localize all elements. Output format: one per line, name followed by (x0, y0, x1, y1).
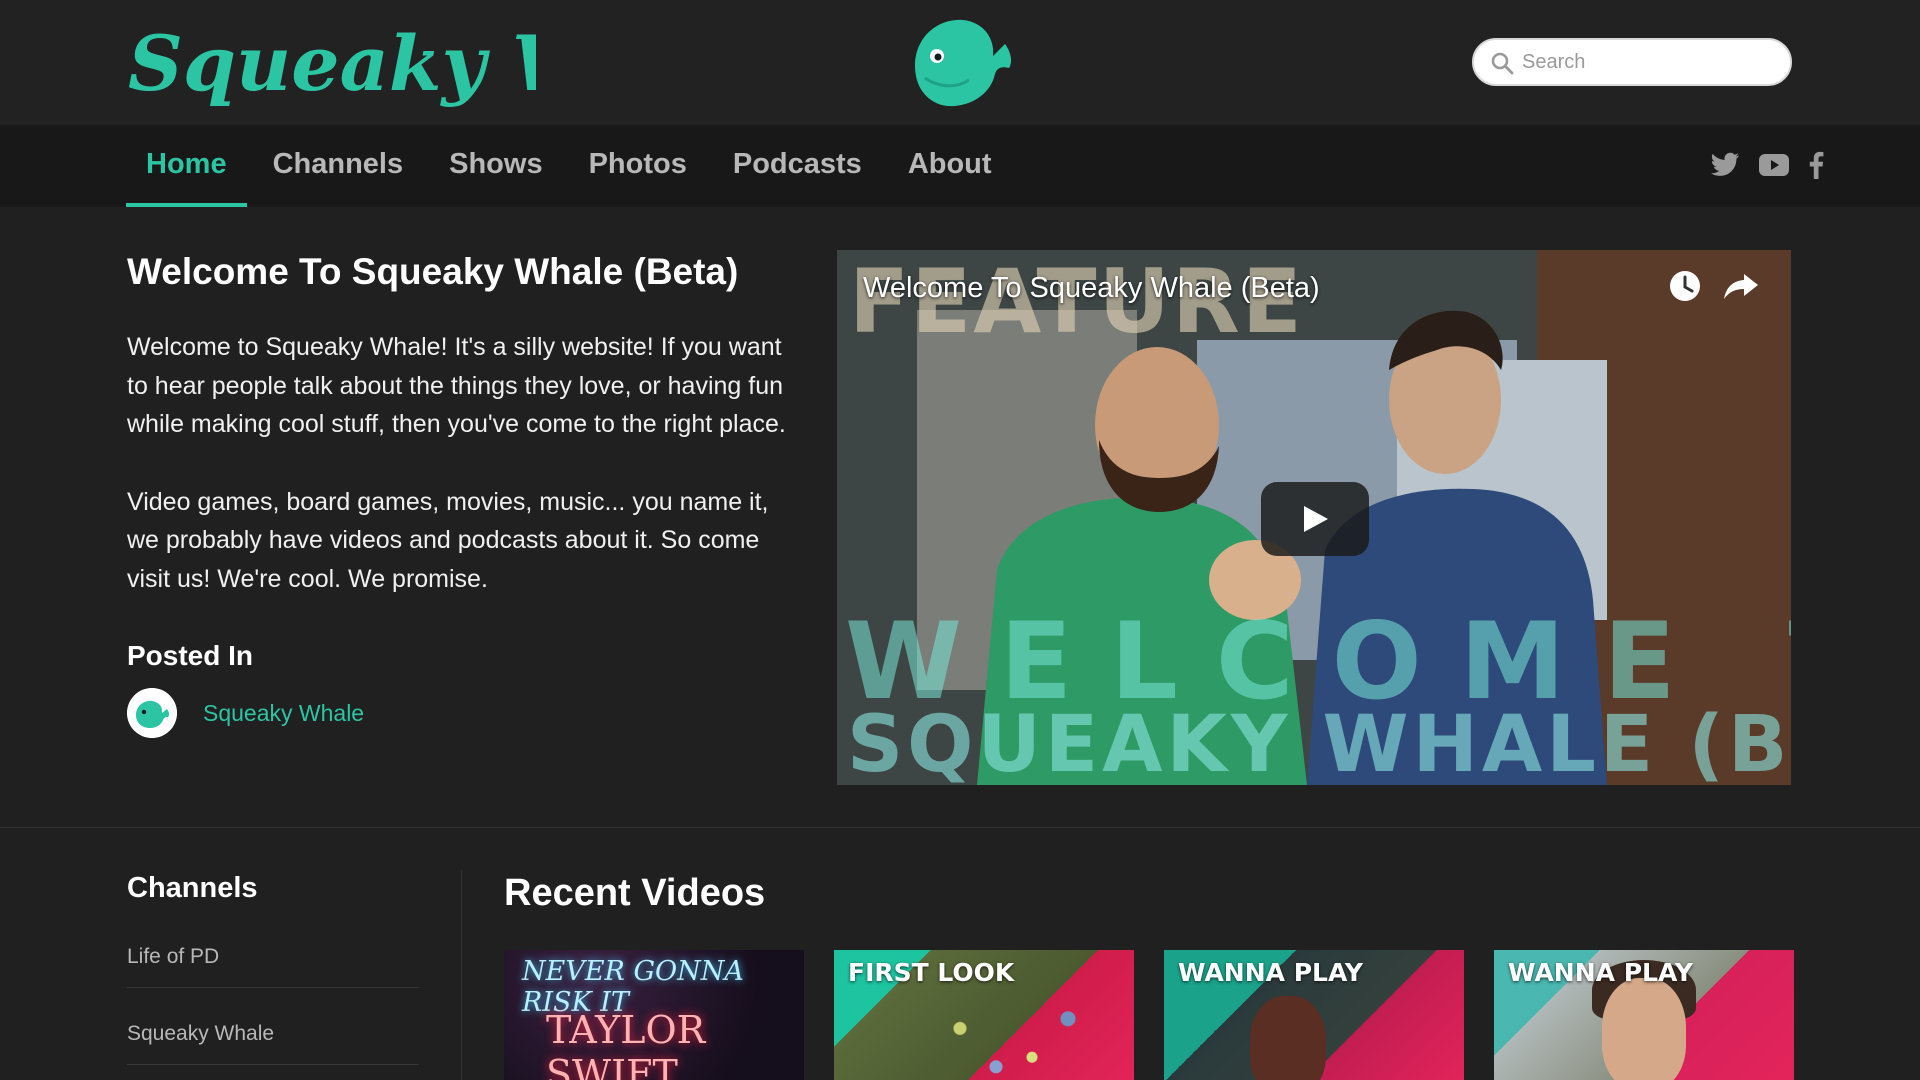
video-thumb-1-neon-line2: TAYLOR SWIFT (546, 1008, 706, 1080)
posted-in-heading: Posted In (127, 640, 254, 671)
column-divider (461, 870, 462, 1080)
video-thumb-4-label: WANNA PLAY (1508, 958, 1694, 987)
channels-heading: Channels (127, 872, 258, 904)
whale-mascot-icon[interactable] (905, 14, 1017, 110)
video-thumb-2[interactable]: FIRST LOOK (834, 950, 1134, 1080)
twitter-icon[interactable] (1710, 152, 1740, 178)
recent-videos-heading: Recent Videos (504, 872, 766, 914)
search-input[interactable] (1522, 46, 1776, 78)
posted-in-channel-name[interactable]: Squeaky Whale (203, 700, 364, 727)
site-logo-text: Squeaky Whale (128, 19, 536, 108)
nav-item-channels[interactable]: Channels (253, 125, 424, 207)
posted-in-channel-link[interactable]: Squeaky Whale (127, 688, 807, 738)
video-thumb-4[interactable]: WANNA PLAY (1494, 950, 1794, 1080)
nav-item-about[interactable]: About (888, 125, 1012, 207)
video-thumb-3-face (1250, 996, 1326, 1080)
video-thumb-1[interactable]: NEVER GONNA RISK IT TAYLOR SWIFT (504, 950, 804, 1080)
nav-item-home[interactable]: Home (126, 125, 247, 207)
nav-item-photos[interactable]: Photos (569, 125, 707, 207)
video-thumb-2-label: FIRST LOOK (848, 958, 1015, 987)
youtube-icon[interactable] (1758, 153, 1790, 177)
video-thumb-4-face (1602, 978, 1686, 1080)
share-icon[interactable] (1721, 268, 1761, 304)
section-divider (0, 827, 1920, 828)
video-thumb-3-label: WANNA PLAY (1178, 958, 1364, 987)
video-thumb-2-scene (924, 990, 1104, 1080)
nav-item-podcasts[interactable]: Podcasts (713, 125, 882, 207)
feature-intro: Welcome To Squeaky Whale (Beta) Welcome … (127, 248, 807, 738)
channel-avatar (127, 688, 177, 738)
play-icon (1304, 506, 1328, 532)
video-title[interactable]: Welcome To Squeaky Whale (Beta) (863, 272, 1320, 305)
recent-videos-section: Recent Videos (504, 872, 765, 915)
nav-list: Home Channels Shows Photos Podcasts Abou… (126, 125, 1018, 207)
feature-paragraph-2: Video games, board games, movies, music.… (127, 487, 769, 593)
nav-item-shows[interactable]: Shows (429, 125, 562, 207)
site-logo[interactable]: Squeaky Whale (126, 12, 536, 112)
channel-item-life-of-pd[interactable]: Life of PD (127, 923, 419, 988)
video-overlay-subtitle: SQUEAKY WHALE (BETA) (847, 700, 1791, 785)
recent-videos-grid: NEVER GONNA RISK IT TAYLOR SWIFT FIRST L… (504, 950, 1794, 1080)
search-icon (1491, 52, 1514, 75)
clock-icon[interactable] (1667, 268, 1703, 304)
feature-paragraph-1: Welcome to Squeaky Whale! It's a silly w… (127, 333, 786, 438)
channel-item-squeaky-whale[interactable]: Squeaky Whale (127, 1000, 419, 1065)
feature-title: Welcome To Squeaky Whale (Beta) (127, 251, 739, 292)
video-thumb-3[interactable]: WANNA PLAY (1164, 950, 1464, 1080)
site-header: Squeaky Whale (0, 0, 1920, 125)
featured-video-player[interactable]: FEATURE WELCOME TO SQUEAKY WHALE (BETA) … (837, 250, 1791, 785)
facebook-icon[interactable] (1808, 151, 1824, 179)
main-nav: Home Channels Shows Photos Podcasts Abou… (0, 125, 1920, 207)
channels-sidebar: Channels Life of PD Squeaky Whale (127, 872, 419, 1065)
social-links (1710, 151, 1824, 179)
play-button[interactable] (1261, 482, 1369, 556)
search-box[interactable] (1472, 38, 1792, 86)
